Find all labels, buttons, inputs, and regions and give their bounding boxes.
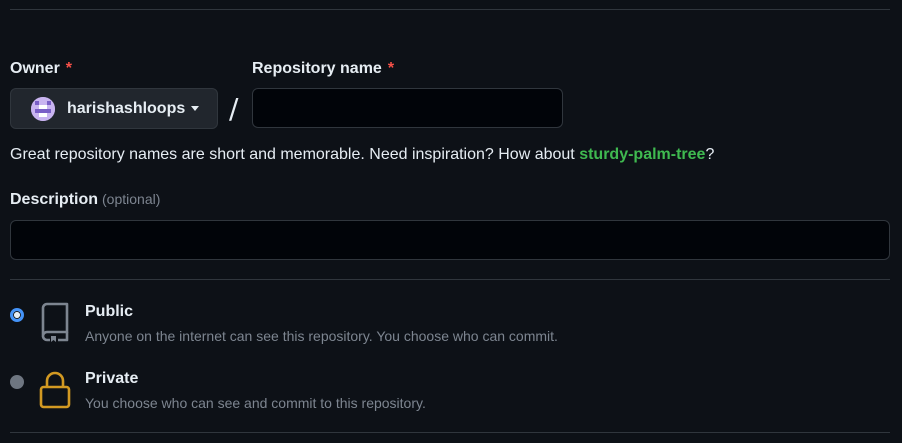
- owner-label-text: Owner: [10, 60, 60, 77]
- chevron-down-icon: [191, 106, 200, 111]
- owner-label: Owner *: [10, 60, 72, 78]
- avatar: [31, 96, 55, 121]
- description-label: Description (optional): [10, 191, 160, 209]
- hint-end: ?: [705, 146, 715, 163]
- repo-name-label-text: Repository name: [252, 60, 382, 77]
- repo-name-hint: Great repository names are short and mem…: [10, 146, 714, 164]
- owner-select-button[interactable]: harishashloops: [10, 88, 218, 129]
- repository-name-input[interactable]: [252, 88, 563, 128]
- description-optional-tag: (optional): [102, 191, 161, 207]
- private-option-description: You choose who can see and commit to thi…: [85, 395, 426, 411]
- public-option-description: Anyone on the internet can see this repo…: [85, 328, 558, 344]
- description-label-text: Description: [10, 191, 99, 208]
- hint-text: Great repository names are short and mem…: [10, 146, 580, 163]
- public-option-title: Public: [85, 303, 134, 320]
- top-divider: [10, 9, 890, 10]
- repo-name-label: Repository name *: [252, 60, 394, 78]
- bottom-divider: [10, 432, 890, 433]
- public-radio[interactable]: [10, 308, 24, 322]
- name-suggestion-link[interactable]: sturdy-palm-tree: [579, 146, 705, 163]
- private-radio[interactable]: [10, 375, 24, 389]
- repo-required-marker: *: [387, 60, 395, 77]
- owner-required-marker: *: [65, 60, 73, 77]
- new-repository-form: Owner * harishashloops / Repository name *…: [0, 0, 902, 443]
- lock-icon: [39, 371, 71, 409]
- repo-book-icon: [41, 302, 69, 342]
- owner-repo-separator: /: [229, 92, 239, 125]
- owner-username: harishashloops: [67, 99, 186, 117]
- section-divider: [10, 279, 890, 280]
- private-option-title: Private: [85, 370, 139, 387]
- description-input[interactable]: [10, 220, 890, 260]
